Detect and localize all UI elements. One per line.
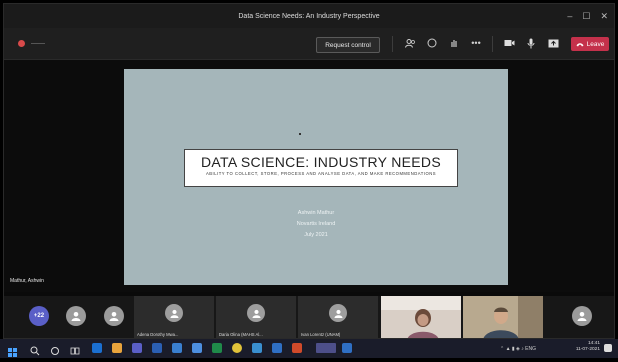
window-controls: – ☐ ✕ <box>567 4 608 28</box>
participant-avatar <box>247 304 265 322</box>
notification-icon[interactable] <box>604 344 612 352</box>
slide-title-box: DATA SCIENCE: INDUSTRY NEEDS ABILITY TO … <box>184 149 458 187</box>
toolbar-divider <box>492 36 493 52</box>
participant-strip: +22 Adena Dorothy Mwa... Daria Olina (MA… <box>4 296 614 338</box>
edge-icon[interactable] <box>92 343 102 353</box>
participant-video-tile[interactable] <box>463 296 543 338</box>
shared-content-stage: DATA SCIENCE: INDUSTRY NEEDS ABILITY TO … <box>4 60 614 292</box>
chrome-icon[interactable] <box>232 343 242 353</box>
slide-author: Ashwin Mathur <box>297 210 335 216</box>
app-icon[interactable] <box>192 343 202 353</box>
leave-label: Leave <box>586 40 605 48</box>
word-icon[interactable] <box>152 343 162 353</box>
participant-tile[interactable]: Daria Olina (MAHS Al... <box>216 296 296 338</box>
teams-meeting-window: Data Science Needs: An Industry Perspect… <box>3 3 615 339</box>
phone-hangup-icon <box>576 42 584 46</box>
presenter-name: Mathur, Ashwin <box>10 278 44 284</box>
task-view-icon[interactable] <box>70 343 80 355</box>
app-icon[interactable] <box>342 343 352 353</box>
maximize-button[interactable]: ☐ <box>582 11 590 22</box>
person-icon <box>333 309 343 318</box>
participant-name: Ivan Lorentz (UNAM) <box>301 332 341 337</box>
participant-video-feed <box>381 296 461 338</box>
app-icon[interactable] <box>272 343 282 353</box>
minimize-button[interactable]: – <box>567 11 572 21</box>
close-button[interactable]: ✕ <box>600 11 608 22</box>
person-icon <box>109 312 119 321</box>
clock-date: 11-07-2021 <box>575 347 600 352</box>
teams-icon[interactable] <box>132 343 142 353</box>
share-icon[interactable] <box>547 37 559 49</box>
more-icon[interactable]: ••• <box>470 37 482 49</box>
windows-taskbar: ⌃ ▲ ▮ ◈ ♪ ENG 14:41 11-07-2021 <box>0 339 618 358</box>
participant-avatar <box>329 304 347 322</box>
person-icon <box>169 309 179 318</box>
participant-avatar[interactable] <box>572 306 592 326</box>
participant-name: Daria Olina (MAHS Al... <box>219 332 263 337</box>
more-participants-button[interactable]: +22 <box>29 306 49 326</box>
taskbar-clock[interactable]: 14:41 11-07-2021 <box>576 341 600 353</box>
powerpoint-icon[interactable] <box>292 343 302 353</box>
recording-icon <box>18 40 25 47</box>
window-title: Data Science Needs: An Industry Perspect… <box>238 12 380 20</box>
search-icon[interactable] <box>30 343 40 356</box>
camera-icon[interactable] <box>503 37 515 49</box>
presentation-slide: DATA SCIENCE: INDUSTRY NEEDS ABILITY TO … <box>124 69 508 285</box>
toolbar-divider <box>392 36 393 52</box>
leave-button[interactable]: Leave <box>571 37 609 51</box>
participant-name: Adena Dorothy Mwa... <box>137 332 179 337</box>
participant-video-tile[interactable] <box>381 296 461 338</box>
participant-avatar[interactable] <box>66 306 86 326</box>
excel-icon[interactable] <box>212 343 222 353</box>
participant-avatar <box>165 304 183 322</box>
participant-avatar[interactable] <box>104 306 124 326</box>
participant-tile[interactable]: Adena Dorothy Mwa... <box>134 296 214 338</box>
chat-icon[interactable] <box>426 37 438 49</box>
explorer-icon[interactable] <box>112 343 122 353</box>
raise-hand-icon[interactable] <box>448 37 460 49</box>
windows-start-icon[interactable] <box>8 344 17 357</box>
participant-video-feed <box>463 296 543 338</box>
person-icon <box>577 312 587 321</box>
title-bar: Data Science Needs: An Industry Perspect… <box>4 4 614 28</box>
meeting-toolbar: Request control ••• Leave <box>4 28 614 60</box>
mic-icon[interactable] <box>525 37 537 49</box>
outlook-icon[interactable] <box>172 343 182 353</box>
request-control-button[interactable]: Request control <box>316 37 380 53</box>
person-icon <box>251 309 261 318</box>
cortana-icon[interactable] <box>50 343 60 355</box>
slide-subtitle: ABILITY TO COLLECT, STORE, PROCESS AND A… <box>205 171 437 176</box>
people-icon[interactable] <box>404 37 416 49</box>
person-icon <box>71 312 81 321</box>
slide-date: July 2021 <box>304 232 328 238</box>
recording-timer-placeholder <box>31 43 45 44</box>
app-icon[interactable] <box>252 343 262 353</box>
participant-tile[interactable]: Ivan Lorentz (UNAM) <box>298 296 378 338</box>
teams-active-icon[interactable] <box>316 343 336 353</box>
system-tray-icons[interactable]: ⌃ ▲ ▮ ◈ ♪ ENG <box>500 345 560 353</box>
slide-pointer <box>299 133 301 135</box>
slide-title: DATA SCIENCE: INDUSTRY NEEDS <box>201 154 441 170</box>
slide-organization: Novartis Ireland <box>296 221 336 227</box>
